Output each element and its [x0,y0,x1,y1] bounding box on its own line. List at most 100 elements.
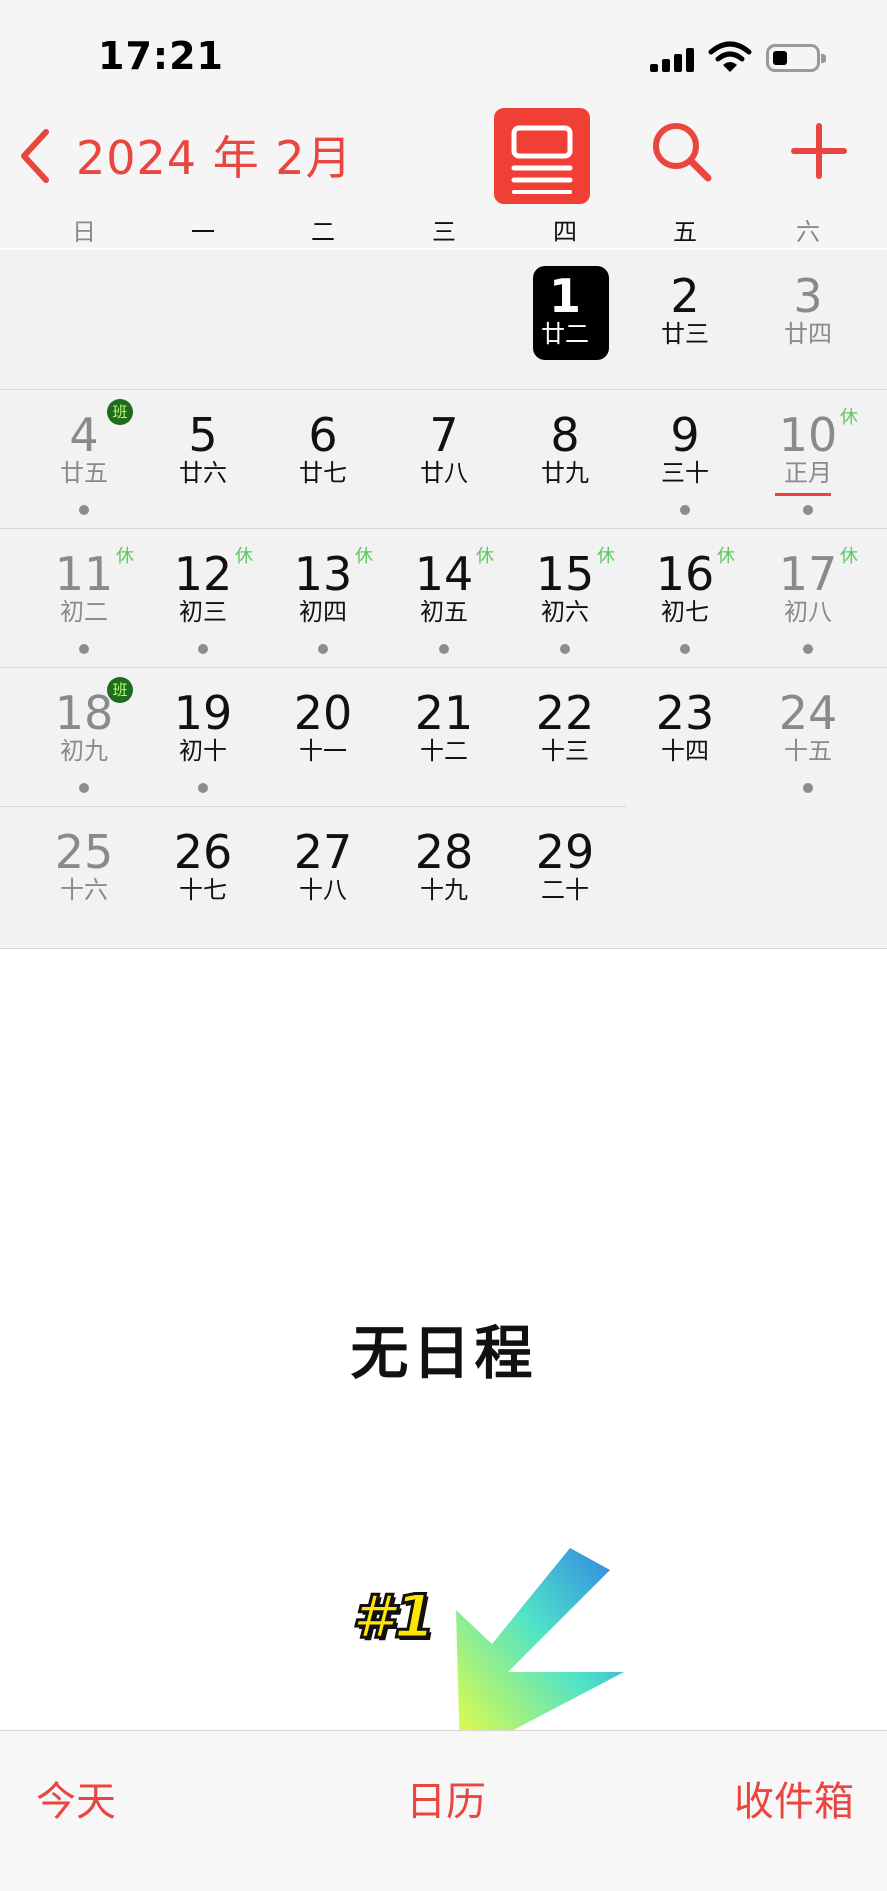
weekday-label: 五 [673,218,697,246]
day-cell[interactable]: 27 十八 [263,806,383,944]
overlay-tag: #1 [351,1581,437,1654]
event-dot [439,644,449,654]
day-cell[interactable]: 6 廿七 [263,389,383,527]
event-dot [79,505,89,515]
day-cell[interactable]: 9 三十 [625,389,745,527]
back-chevron-icon[interactable] [18,128,54,184]
day-number: 22 [535,686,595,740]
day-cell[interactable]: 2 廿三 [625,250,745,388]
day-cell[interactable]: 1 廿二 [505,250,625,388]
tab-bar: 今天 日历 收件箱 [0,1730,887,1891]
list-view-icon [511,125,573,194]
month-title[interactable]: 2024 年 2月 [76,122,353,188]
status-time: 17:21 [98,34,224,78]
day-cell[interactable]: 25 十六 [24,806,144,944]
week-row: 4 廿五班 5 廿六 6 廿七 7 廿八 8 廿九 9 三十 10 正月休 [0,389,887,528]
week-row: 11 初二休 12 初三休 13 初四休 14 初五休 15 初六休 16 初七休 17 初八休 [0,528,887,667]
holiday-badge: 休 [597,546,615,567]
weekday-label: 二 [311,218,335,246]
day-number: 2 [670,269,700,323]
event-dot [803,505,813,515]
day-cell[interactable]: 10 正月休 [748,389,868,527]
day-number: 28 [414,825,474,879]
search-icon[interactable] [650,120,714,184]
lunar-date: 廿六 [179,459,227,487]
weekday-label: 四 [553,218,577,246]
day-cell[interactable]: 4 廿五班 [24,389,144,527]
workday-badge: 班 [107,677,133,703]
lunar-date: 三十 [661,459,709,487]
day-number: 27 [293,825,353,879]
lunar-date: 廿四 [784,320,832,348]
day-cell[interactable]: 14 初五休 [384,528,504,666]
day-cell[interactable]: 16 初七休 [625,528,745,666]
day-number: 21 [414,686,474,740]
event-dot [79,783,89,793]
day-number: 7 [429,408,459,462]
lunar-date: 初五 [420,598,468,626]
status-bar: 17:21 [0,0,887,100]
day-cell[interactable]: 18 初九班 [24,667,144,805]
lunar-date: 廿五 [60,459,108,487]
day-cell[interactable]: 22 十三 [505,667,625,805]
week-row: 1 廿二 2 廿三 3 廿四 [0,250,887,389]
event-dot [198,644,208,654]
event-dot [318,644,328,654]
lunar-date: 十七 [179,876,227,904]
weekday-label: 六 [796,218,820,246]
lunar-date: 初二 [60,598,108,626]
event-dot [198,783,208,793]
day-cell[interactable]: 21 十二 [384,667,504,805]
lunar-date: 十三 [541,737,589,765]
day-cell[interactable]: 26 十七 [143,806,263,944]
day-cell[interactable]: 8 廿九 [505,389,625,527]
day-number: 9 [670,408,700,462]
day-number: 19 [173,686,233,740]
day-cell[interactable]: 17 初八休 [748,528,868,666]
holiday-badge: 休 [840,407,858,428]
lunar-date: 初八 [784,598,832,626]
day-cell[interactable]: 15 初六休 [505,528,625,666]
day-cell[interactable]: 5 廿六 [143,389,263,527]
add-event-icon[interactable] [790,122,848,180]
weekday-header: 日 一 二 三 四 五 六 [0,208,887,252]
lunar-date: 十九 [420,876,468,904]
weekday-label: 日 [72,218,96,246]
day-cell[interactable]: 12 初三休 [143,528,263,666]
battery-icon [766,44,826,72]
lunar-date: 二十 [541,876,589,904]
grid-divider [0,948,887,949]
day-cell[interactable]: 29 二十 [505,806,625,944]
day-cell[interactable]: 3 廿四 [748,250,868,388]
day-number: 26 [173,825,233,879]
tab-inbox[interactable]: 收件箱 [734,1769,854,1827]
day-cell[interactable]: 7 廿八 [384,389,504,527]
lunar-date: 十八 [299,876,347,904]
day-cell[interactable]: 11 初二休 [24,528,144,666]
event-dot [560,644,570,654]
day-cell[interactable]: 13 初四休 [263,528,383,666]
list-view-button[interactable] [494,108,590,204]
calendar-screen: 17:21 2024 年 2月 日 一 二 三 四 五 六 1 廿二 2 廿三 … [0,0,887,1891]
day-cell[interactable]: 19 初十 [143,667,263,805]
holiday-badge: 休 [476,546,494,567]
holiday-badge: 休 [840,546,858,567]
tab-calendars[interactable]: 日历 [406,1769,486,1827]
lunar-date: 十四 [661,737,709,765]
day-number: 24 [778,686,838,740]
event-dot [803,644,813,654]
week-row: 18 初九班 19 初十 20 十一 21 十二 22 十三 23 十四 24 十五 [0,667,887,806]
tab-today[interactable]: 今天 [36,1769,116,1827]
day-cell[interactable]: 28 十九 [384,806,504,944]
day-number: 25 [54,825,114,879]
day-cell[interactable]: 24 十五 [748,667,868,805]
holiday-badge: 休 [235,546,253,567]
lunar-date: 廿九 [541,459,589,487]
day-cell[interactable]: 20 十一 [263,667,383,805]
day-cell[interactable]: 23 十四 [625,667,745,805]
day-number: 29 [535,825,595,879]
holiday-badge: 休 [116,546,134,567]
lunar-date: 廿八 [420,459,468,487]
day-number: 8 [550,408,580,462]
day-number: 23 [655,686,715,740]
